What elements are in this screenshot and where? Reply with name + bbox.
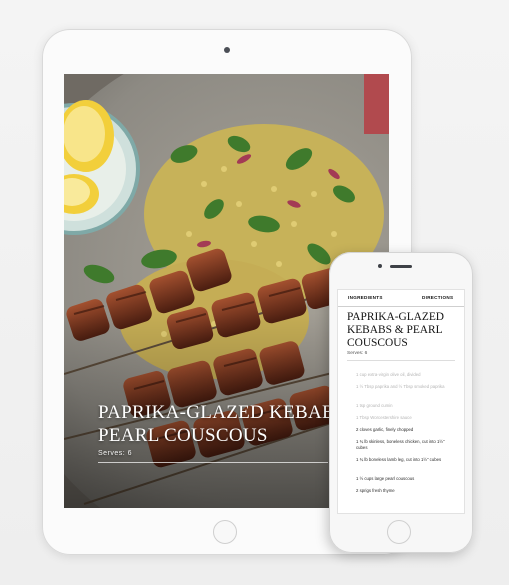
ingredient-item[interactable]: 2 sprigs fresh thyme (356, 488, 456, 494)
phone-title-divider (347, 360, 455, 361)
ipad-serves-label: Serves: 6 (98, 450, 133, 457)
ingredient-item[interactable]: 1 ½ Tbsp paprika and ½ Tbsp smoked papri… (356, 384, 456, 390)
tab-directions[interactable]: DIRECTIONS (422, 295, 453, 300)
ingredient-item[interactable]: 1 Tbsp Worcestershire sauce (356, 415, 456, 421)
ingredient-item[interactable]: 2 cloves garlic, finely chopped (356, 427, 456, 433)
ingredient-item[interactable]: 1 cup extra-virgin olive oil, divided (356, 372, 456, 378)
iphone-camera (378, 264, 382, 268)
ingredient-item[interactable]: 1 ¾ lb skinless, boneless chicken, cut i… (356, 439, 456, 451)
phone-recipe-title: PAPRIKA-GLAZED KEBABS & PEARL COUSCOUS (347, 311, 445, 349)
ingredient-item[interactable]: 1 ¾ lb boneless lamb leg, cut into 1½" c… (356, 457, 456, 463)
ipad-title-divider (98, 462, 328, 463)
iphone-home-button[interactable] (387, 520, 411, 544)
iphone-device: INGREDIENTS DIRECTIONS PAPRIKA-GLAZED KE… (329, 252, 473, 553)
iphone-speaker (390, 265, 412, 268)
recipe-tabs: INGREDIENTS DIRECTIONS (338, 290, 464, 307)
ingredient-item[interactable]: 1 tsp ground cumin (356, 403, 456, 409)
phone-serves-label: Serves: 6 (347, 351, 368, 356)
ipad-home-button[interactable] (213, 520, 237, 544)
ingredient-item[interactable]: 1 ½ cups large pearl couscous (356, 476, 456, 482)
tab-ingredients[interactable]: INGREDIENTS (348, 295, 383, 300)
iphone-screen: INGREDIENTS DIRECTIONS PAPRIKA-GLAZED KE… (337, 289, 465, 514)
ipad-camera (224, 47, 230, 53)
